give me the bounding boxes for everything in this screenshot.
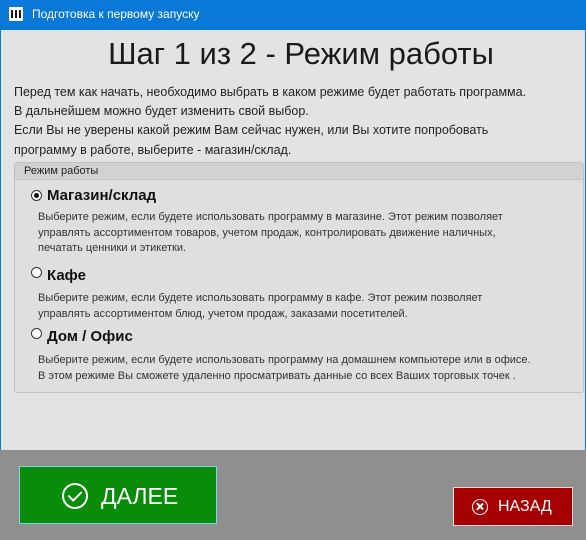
option-shop-description: Выберите режим, если будете использовать… — [38, 210, 584, 257]
mode-group-title: Режим работы — [15, 163, 583, 180]
description-line: Выберите режим, если будете использовать… — [38, 292, 483, 304]
intro-line: программу в работе, выберите - магазин/с… — [14, 142, 292, 157]
back-button-label: НАЗАД — [498, 498, 552, 515]
option-cafe-description: Выберите режим, если будете использовать… — [38, 291, 584, 322]
check-circle-icon — [62, 483, 88, 509]
radio-shop[interactable] — [31, 190, 42, 201]
next-button-label: ДАЛЕЕ — [101, 483, 179, 509]
window-title: Подготовка к первому запуску — [32, 7, 200, 21]
description-line: управлять ассортиментом блюд, учетом про… — [38, 307, 408, 320]
intro-line: В дальнейшем можно будет изменить свой в… — [14, 104, 309, 119]
next-button[interactable]: ДАЛЕЕ — [19, 466, 217, 524]
back-button[interactable]: НАЗАД — [453, 487, 573, 526]
page-title: Шаг 1 из 2 - Режим работы — [108, 36, 494, 71]
option-home-office-description: Выберите режим, если будете использовать… — [38, 353, 584, 384]
intro-line: Перед тем как начать, необходимо выбрать… — [14, 85, 527, 99]
option-home-office-label[interactable]: Дом / Офис — [47, 328, 133, 345]
option-cafe-label[interactable]: Кафе — [47, 267, 86, 284]
close-circle-icon — [472, 499, 488, 515]
description-line: Выберите режим, если будете использовать… — [38, 211, 503, 223]
description-line: печатать ценники и этикетки. — [38, 242, 187, 254]
intro-text: Перед тем как начать, необходимо выбрать… — [14, 83, 584, 160]
description-line: Выберите режим, если будете использовать… — [38, 354, 531, 366]
description-line: управлять ассортиментом товаров, учетом … — [38, 226, 496, 239]
app-icon — [9, 7, 23, 21]
intro-line: Если Вы не уверены какой режим Вам сейча… — [14, 123, 489, 138]
radio-home-office[interactable] — [31, 328, 42, 339]
option-shop-label[interactable]: Магазин/склад — [47, 187, 156, 204]
radio-cafe[interactable] — [31, 267, 42, 278]
window-titlebar[interactable]: Подготовка к первому запуску — [0, 0, 586, 30]
description-line: В этом режиме Вы сможете удаленно просма… — [38, 369, 516, 382]
